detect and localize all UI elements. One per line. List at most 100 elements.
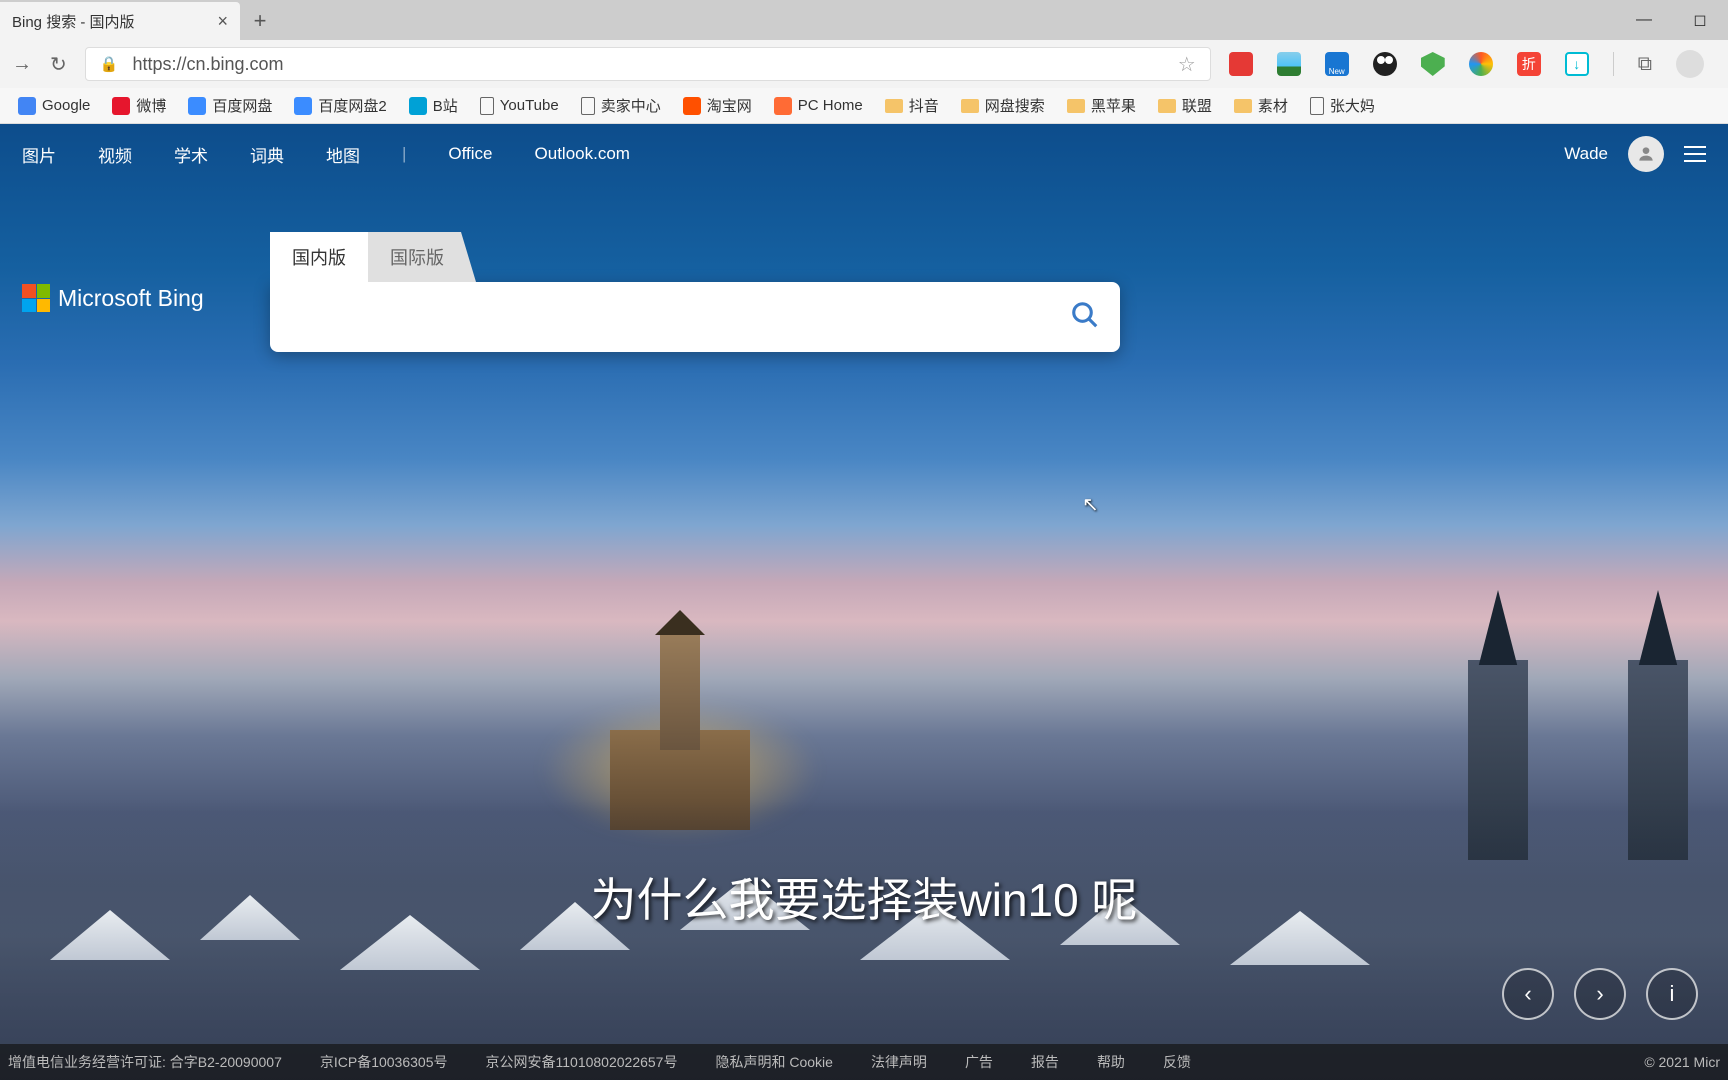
search-box xyxy=(270,282,1120,352)
lock-icon: 🔒 xyxy=(100,55,119,73)
footer-copyright: © 2021 Micr xyxy=(1644,1054,1720,1070)
bookmark-label: B站 xyxy=(433,95,458,116)
carousel-prev-button[interactable]: ‹ xyxy=(1502,968,1554,1020)
microsoft-logo-icon xyxy=(22,284,50,312)
bing-footer: 增值电信业务经营许可证: 合字B2-20090007 京ICP备10036305号… xyxy=(0,1044,1728,1080)
bing-nav-link[interactable]: 视频 xyxy=(98,142,132,167)
image-carousel-controls: ‹ › i xyxy=(1502,968,1698,1020)
ext-sync-icon[interactable]: ↓ xyxy=(1565,52,1589,76)
footer-link[interactable]: 增值电信业务经营许可证: 合字B2-20090007 xyxy=(8,1052,282,1072)
search-input[interactable] xyxy=(290,306,1070,329)
url-text: https://cn.bing.com xyxy=(132,54,283,75)
bookmark-label: YouTube xyxy=(500,97,559,114)
bing-nav-link[interactable]: 词典 xyxy=(250,142,284,167)
bookmark-label: 张大妈 xyxy=(1330,95,1375,116)
ext-circle-icon[interactable] xyxy=(1469,52,1493,76)
ext-new-icon[interactable]: New xyxy=(1325,52,1349,76)
bookmark-label: 微博 xyxy=(136,95,166,116)
bing-homepage: 图片 视频 学术 词典 地图 | Office Outlook.com Wade Micros… xyxy=(0,124,1728,1080)
extensions-area: New 折 ↓ ⧉ xyxy=(1229,50,1716,78)
footer-link[interactable]: 广告 xyxy=(965,1052,993,1072)
folder-icon xyxy=(1158,99,1176,113)
bookmark-item[interactable]: 黑苹果 xyxy=(1067,95,1136,116)
new-tab-button[interactable]: + xyxy=(240,2,280,40)
carousel-info-button[interactable]: i xyxy=(1646,968,1698,1020)
footer-link[interactable]: 京公网安备11010802022657号 xyxy=(486,1052,678,1072)
bing-nav-link[interactable]: 地图 xyxy=(326,142,360,167)
logo-text: Microsoft Bing xyxy=(58,285,204,312)
ext-zhe-icon[interactable]: 折 xyxy=(1517,52,1541,76)
tab-international[interactable]: 国际版 xyxy=(368,232,476,282)
bookmark-label: 淘宝网 xyxy=(707,95,752,116)
footer-link[interactable]: 帮助 xyxy=(1097,1052,1125,1072)
bookmark-item[interactable]: 素材 xyxy=(1234,95,1288,116)
footer-link[interactable]: 京ICP备10036305号 xyxy=(320,1052,448,1072)
bing-nav-link[interactable]: 图片 xyxy=(22,142,56,167)
refresh-button[interactable]: ↻ xyxy=(50,52,67,77)
favorite-icon[interactable]: ☆ xyxy=(1178,52,1196,77)
bing-logo[interactable]: Microsoft Bing xyxy=(22,284,204,312)
bookmark-item[interactable]: 百度网盘 xyxy=(188,95,272,116)
minimize-button[interactable]: — xyxy=(1616,0,1672,40)
folder-icon xyxy=(885,99,903,113)
ext-red-icon[interactable] xyxy=(1229,52,1253,76)
footer-link[interactable]: 隐私声明和 Cookie xyxy=(715,1052,832,1072)
folder-icon xyxy=(1067,99,1085,113)
bookmark-label: 黑苹果 xyxy=(1091,95,1136,116)
bookmark-item[interactable]: B站 xyxy=(409,95,458,116)
maximize-button[interactable]: ◻ xyxy=(1672,0,1728,40)
window-controls: — ◻ xyxy=(1616,0,1728,40)
search-icon xyxy=(1070,300,1100,330)
favicon-icon xyxy=(18,97,36,115)
bookmark-item[interactable]: Google xyxy=(18,97,90,115)
bookmark-item[interactable]: 淘宝网 xyxy=(683,95,752,116)
bookmark-item[interactable]: YouTube xyxy=(480,97,559,115)
ext-shield-icon[interactable] xyxy=(1421,52,1445,76)
ext-dark-icon[interactable] xyxy=(1373,52,1397,76)
bookmark-item[interactable]: 张大妈 xyxy=(1310,95,1375,116)
folder-icon xyxy=(961,99,979,113)
close-tab-icon[interactable]: × xyxy=(217,11,228,32)
search-area: 国内版 国际版 xyxy=(270,232,1120,352)
forward-button[interactable]: → xyxy=(12,53,32,76)
browser-tab-active[interactable]: Bing 搜索 - 国内版 × xyxy=(0,2,240,40)
tab-domestic[interactable]: 国内版 xyxy=(270,232,368,282)
bookmark-item[interactable]: PC Home xyxy=(774,97,863,115)
bookmark-item[interactable]: 微博 xyxy=(112,95,166,116)
collections-icon[interactable]: ⧉ xyxy=(1638,53,1652,76)
footer-link[interactable]: 反馈 xyxy=(1163,1052,1191,1072)
mouse-cursor-icon: ↖ xyxy=(1082,492,1099,517)
profile-avatar-icon[interactable] xyxy=(1676,50,1704,78)
tab-title: Bing 搜索 - 国内版 xyxy=(12,11,135,32)
user-avatar-icon[interactable] xyxy=(1628,136,1664,172)
hamburger-menu-icon[interactable] xyxy=(1684,146,1706,162)
favicon-icon xyxy=(188,97,206,115)
bookmark-item[interactable]: 网盘搜索 xyxy=(961,95,1045,116)
bookmark-label: 卖家中心 xyxy=(601,95,661,116)
footer-link[interactable]: 法律声明 xyxy=(871,1052,927,1072)
bookmark-label: 素材 xyxy=(1258,95,1288,116)
bookmark-item[interactable]: 抖音 xyxy=(885,95,939,116)
bing-nav-link[interactable]: 学术 xyxy=(174,142,208,167)
bookmarks-bar: Google 微博 百度网盘 百度网盘2 B站 YouTube 卖家中心 淘宝网 PC Home… xyxy=(0,88,1728,124)
search-button[interactable] xyxy=(1070,300,1100,335)
bookmark-label: Google xyxy=(42,97,90,114)
bing-nav-link[interactable]: Office xyxy=(448,144,492,164)
bing-nav-link[interactable]: Outlook.com xyxy=(535,144,630,164)
nav-separator: | xyxy=(402,144,406,164)
page-icon xyxy=(480,97,494,115)
bookmark-item[interactable]: 联盟 xyxy=(1158,95,1212,116)
user-name[interactable]: Wade xyxy=(1564,144,1608,164)
bing-nav-bar: 图片 视频 学术 词典 地图 | Office Outlook.com Wade xyxy=(0,124,1728,184)
url-field[interactable]: 🔒 https://cn.bing.com ☆ xyxy=(85,47,1211,81)
ext-landscape-icon[interactable] xyxy=(1277,52,1301,76)
bookmark-label: 联盟 xyxy=(1182,95,1212,116)
address-bar: → ↻ 🔒 https://cn.bing.com ☆ New 折 ↓ ⧉ xyxy=(0,40,1728,88)
bookmark-item[interactable]: 卖家中心 xyxy=(581,95,661,116)
carousel-next-button[interactable]: › xyxy=(1574,968,1626,1020)
footer-link[interactable]: 报告 xyxy=(1031,1052,1059,1072)
bookmark-label: PC Home xyxy=(798,97,863,114)
video-subtitle: 为什么我要选择装win10 呢 xyxy=(591,864,1138,930)
bookmark-item[interactable]: 百度网盘2 xyxy=(294,95,386,116)
toolbar-divider xyxy=(1613,52,1614,76)
